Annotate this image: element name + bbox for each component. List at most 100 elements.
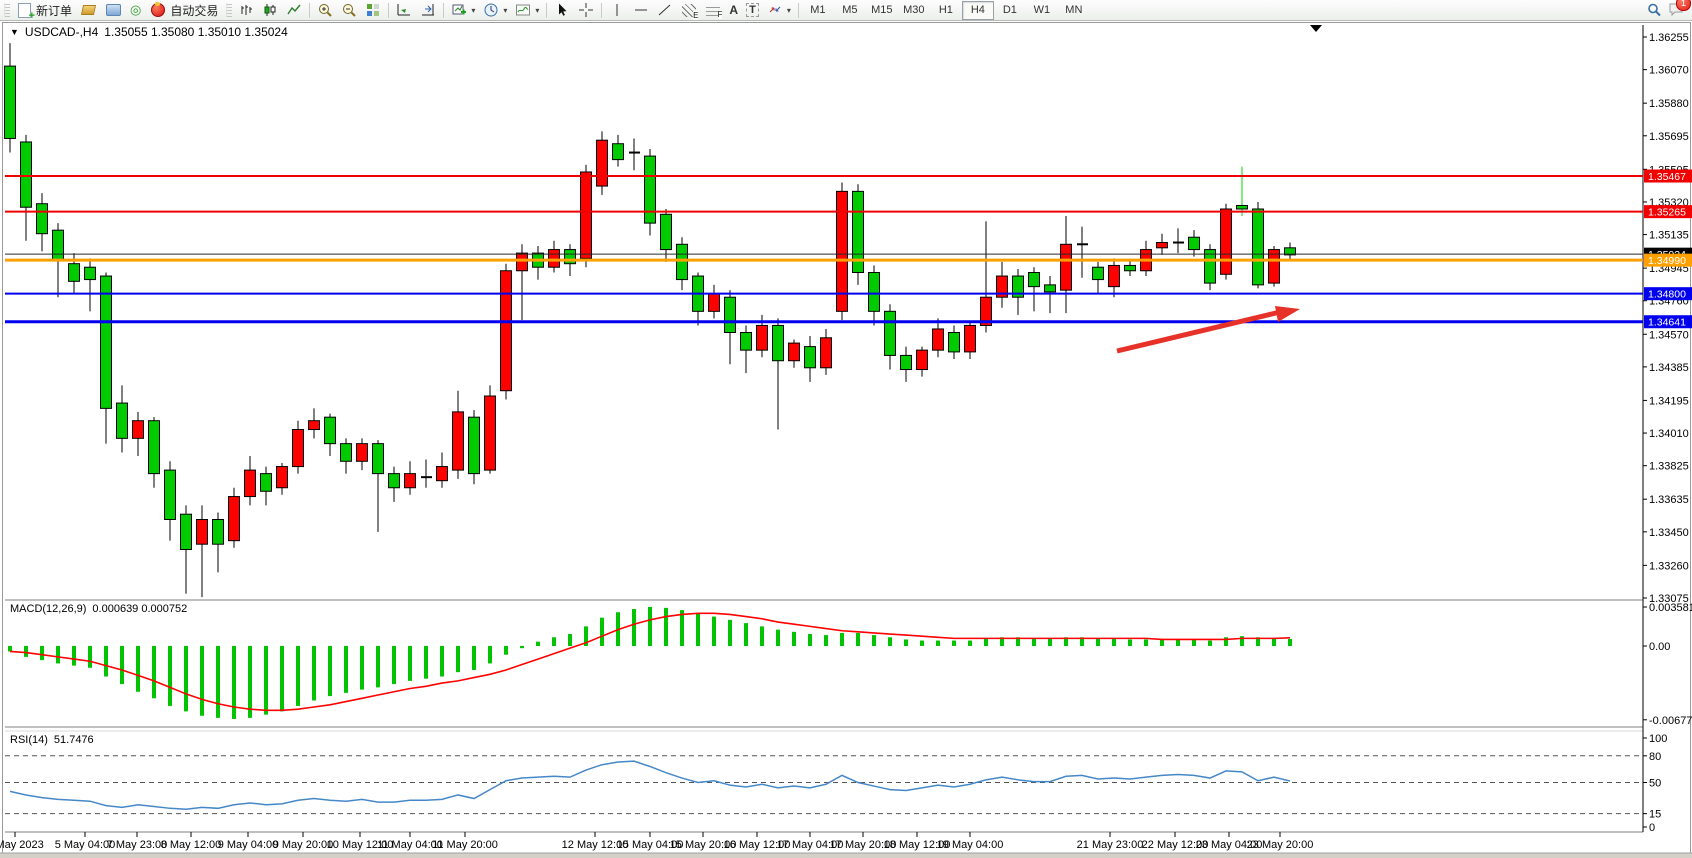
chevron-down-icon: ▼ xyxy=(10,27,19,37)
candle-bullish xyxy=(757,325,768,350)
fibonacci-button[interactable] xyxy=(677,0,701,20)
candle-bearish xyxy=(469,417,480,473)
candle-bullish xyxy=(1157,243,1168,248)
vertical-line-button[interactable] xyxy=(605,0,629,20)
candle-bearish xyxy=(53,230,64,260)
crosshair-icon xyxy=(578,2,594,18)
price-axis-label: 1.34010 xyxy=(1649,428,1689,440)
candle-bearish xyxy=(373,444,384,474)
chart-shift-button[interactable] xyxy=(392,0,416,20)
arrows-icon xyxy=(767,2,783,18)
search-icon[interactable] xyxy=(1646,2,1662,18)
macd-axis-label: -0.006775 xyxy=(1649,715,1692,727)
timeframe-button-h4[interactable]: H4 xyxy=(962,1,994,20)
candle-bullish xyxy=(293,430,304,467)
candlestick-icon xyxy=(262,2,278,18)
timeframe-toolbar: M1M5M15M30H1H4D1W1MN xyxy=(802,1,1090,20)
horizontal-line-button[interactable] xyxy=(629,0,653,20)
trend-arrow-line xyxy=(1117,312,1280,351)
candle-bullish xyxy=(597,140,608,186)
toolbar-grip xyxy=(226,3,232,17)
new-order-button[interactable]: 新订单 xyxy=(12,0,76,20)
candle-bearish xyxy=(5,66,16,138)
rsi-value: 51.7476 xyxy=(54,734,94,746)
bar-chart-button[interactable] xyxy=(234,0,258,20)
timeframe-button-w1[interactable]: W1 xyxy=(1026,1,1058,20)
time-axis-label: 11 May 20:00 xyxy=(432,839,498,851)
timeframe-button-m30[interactable]: M30 xyxy=(898,1,930,20)
candle-bearish xyxy=(661,214,672,249)
time-axis-label: 7 May 23:00 xyxy=(107,839,168,851)
candle-bearish xyxy=(677,244,688,279)
zoom-out-button[interactable] xyxy=(337,0,361,20)
auto-scroll-icon xyxy=(420,2,436,18)
candle-bearish xyxy=(773,325,784,360)
cursor-button[interactable] xyxy=(550,0,574,20)
candle-bullish xyxy=(549,250,560,268)
candlestick-button[interactable] xyxy=(258,0,282,20)
line-chart-button[interactable] xyxy=(282,0,306,20)
rsi-line xyxy=(10,761,1290,809)
price-badge-value: 1.35265 xyxy=(1648,207,1686,219)
price-axis-label: 1.33450 xyxy=(1649,527,1689,539)
zoom-in-button[interactable] xyxy=(313,0,337,20)
notifications-button[interactable]: 1 xyxy=(1668,1,1684,20)
text-button[interactable]: A xyxy=(725,0,742,20)
main-toolbar: 新订单 ◎ 自动交易 ▾ ▾ ▾ A T ▾ xyxy=(0,0,1692,21)
timeframe-button-m5[interactable]: M5 xyxy=(834,1,866,20)
trendline-button[interactable] xyxy=(653,0,677,20)
clock-icon xyxy=(483,2,499,18)
fibonacci-icon xyxy=(682,4,696,17)
cursor-icon xyxy=(554,2,570,18)
candle-bullish xyxy=(453,412,464,470)
toolbar-separator xyxy=(798,3,799,18)
timeframe-button-h1[interactable]: H1 xyxy=(930,1,962,20)
candle-bearish xyxy=(885,311,896,355)
candle-bullish xyxy=(197,519,208,544)
timeframe-button-d1[interactable]: D1 xyxy=(994,1,1026,20)
crosshair-button[interactable] xyxy=(574,0,598,20)
candle-bullish xyxy=(485,396,496,470)
chart-canvas[interactable]: 1.362551.360701.358801.356951.355051.353… xyxy=(0,20,1692,858)
dropdown-arrow-icon: ▾ xyxy=(503,6,507,15)
dropdown-arrow-icon: ▾ xyxy=(535,6,539,15)
period-button[interactable]: ▾ xyxy=(479,0,511,20)
terminal-button[interactable] xyxy=(101,0,126,20)
gold-cube-icon xyxy=(81,5,96,15)
timeframe-button-mn[interactable]: MN xyxy=(1058,1,1090,20)
price-axis-label: 1.34195 xyxy=(1649,395,1689,407)
auto-scroll-button[interactable] xyxy=(416,0,440,20)
candle-bullish xyxy=(309,421,320,430)
auto-trading-button[interactable]: 自动交易 xyxy=(145,0,222,20)
tile-windows-button[interactable] xyxy=(361,0,385,20)
new-chart-button[interactable]: ▾ xyxy=(447,0,479,20)
depth-of-market-button[interactable] xyxy=(76,0,101,20)
rsi-indicator-label: RSI(14)51.7476 xyxy=(10,734,94,746)
candle-bearish xyxy=(181,514,192,549)
time-axis-label: 9 May 04:00 xyxy=(218,839,279,851)
time-axis-label: 9 May 20:00 xyxy=(273,839,334,851)
line-chart-icon xyxy=(286,2,302,18)
macd-axis-label: 0.00 xyxy=(1649,641,1670,653)
toolbar-separator xyxy=(309,3,310,18)
text-label-button[interactable]: T xyxy=(742,0,763,20)
tile-windows-icon xyxy=(365,2,381,18)
macd-indicator-label: MACD(12,26,9)0.000639 0.000752 xyxy=(10,603,187,615)
arrows-button[interactable]: ▾ xyxy=(763,0,795,20)
timeframe-button-m15[interactable]: M15 xyxy=(866,1,898,20)
window-bottom-strip xyxy=(0,853,1692,858)
candle-bearish xyxy=(725,297,736,332)
candle-bearish xyxy=(1093,267,1104,279)
timeframe-button-m1[interactable]: M1 xyxy=(802,1,834,20)
indicators-icon xyxy=(515,2,531,18)
price-axis-label: 1.35880 xyxy=(1649,98,1689,110)
price-axis-label: 1.35695 xyxy=(1649,131,1689,143)
candle-bearish xyxy=(1029,273,1040,287)
candle-bullish xyxy=(1221,209,1232,274)
price-axis-label: 1.36070 xyxy=(1649,65,1689,77)
indicators-button[interactable]: ▾ xyxy=(511,0,543,20)
signals-button[interactable]: ◎ xyxy=(126,0,145,20)
toolbar-separator xyxy=(443,3,444,18)
toolbar-grip xyxy=(4,3,10,17)
channels-button[interactable] xyxy=(701,0,725,20)
